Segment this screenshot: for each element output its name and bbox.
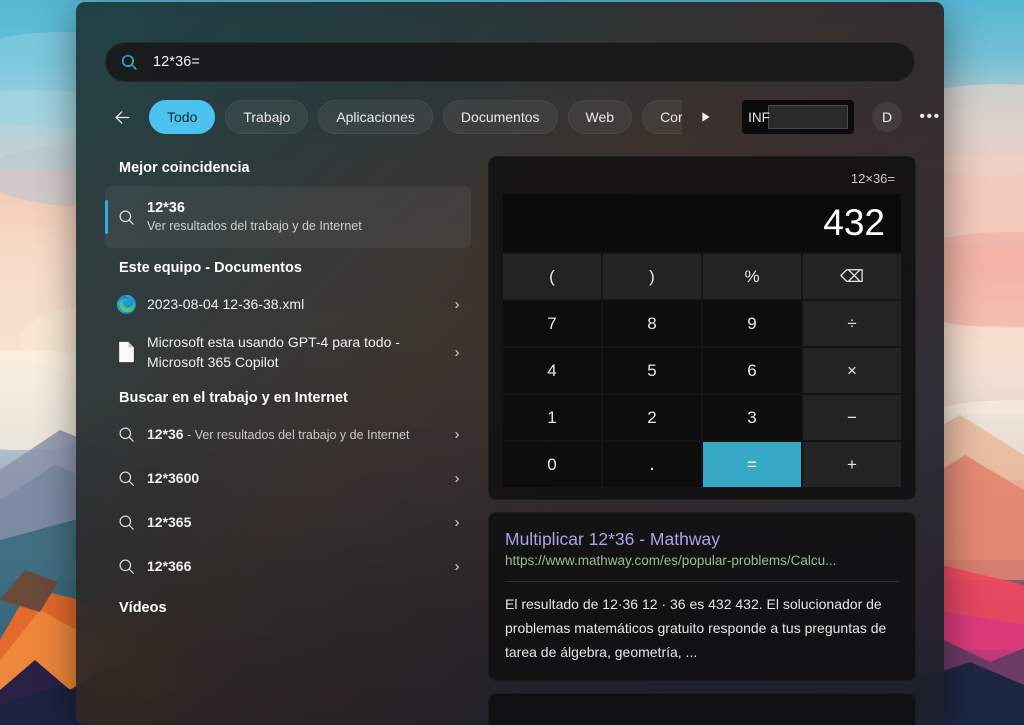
calculator-card: 12×36= 432 ( ) % ⌫ 7 8 9 ÷ 4 5 6 × 1 2 3… xyxy=(488,156,916,500)
avatar[interactable]: D xyxy=(872,102,903,132)
search-icon xyxy=(105,425,147,444)
key-divide[interactable]: ÷ xyxy=(803,301,901,346)
tabs-scroll-next-button[interactable] xyxy=(690,102,720,132)
chevron-right-icon[interactable]: › xyxy=(443,514,471,531)
list-item-label: 12*365 xyxy=(147,512,443,532)
tab-web[interactable]: Web xyxy=(567,100,633,134)
list-item-label: 12*366 xyxy=(147,556,443,576)
best-match-subtitle: Ver resultados del trabajo y de Internet xyxy=(147,219,362,233)
key-5[interactable]: 5 xyxy=(603,348,701,393)
key-8[interactable]: 8 xyxy=(603,301,701,346)
calculator-keypad: ( ) % ⌫ 7 8 9 ÷ 4 5 6 × 1 2 3 − 0 . = + xyxy=(503,254,901,487)
key-2[interactable]: 2 xyxy=(603,395,701,440)
inf-overlay-text: INF xyxy=(748,109,770,125)
key-multiply[interactable]: × xyxy=(803,348,901,393)
key-7[interactable]: 7 xyxy=(503,301,601,346)
more-options-button[interactable]: ••• xyxy=(916,103,944,131)
key-equals[interactable]: = xyxy=(703,442,801,487)
list-item[interactable]: 12*366 › xyxy=(105,544,471,588)
section-best-match: Mejor coincidencia xyxy=(119,160,250,176)
key-3[interactable]: 3 xyxy=(703,395,801,440)
key-6[interactable]: 6 xyxy=(703,348,801,393)
list-item-label: 12*36 - Ver resultados del trabajo y de … xyxy=(147,424,443,445)
tab-overflow-clip: Cor xyxy=(632,100,683,134)
play-arrow-icon xyxy=(702,112,710,122)
list-item[interactable]: 12*36 - Ver resultados del trabajo y de … xyxy=(105,412,471,456)
key-minus[interactable]: − xyxy=(803,395,901,440)
search-input[interactable]: 12*36= xyxy=(105,42,915,82)
key-0[interactable]: 0 xyxy=(503,442,601,487)
search-icon xyxy=(105,208,147,227)
web-result-url: https://www.mathway.com/es/popular-probl… xyxy=(505,553,837,568)
tab-aplicaciones[interactable]: Aplicaciones xyxy=(318,100,433,134)
web-result-card-next[interactable] xyxy=(488,693,916,725)
arrow-left-icon xyxy=(115,110,129,124)
back-button[interactable] xyxy=(105,100,139,134)
list-item[interactable]: 12*365 › xyxy=(105,500,471,544)
list-item-label: 2023-08-04 12-36-38.xml xyxy=(147,296,305,312)
search-input-value: 12*36= xyxy=(153,54,200,70)
inf-overlay-box: INF xyxy=(742,100,855,134)
key-percent[interactable]: % xyxy=(703,254,801,299)
list-item-label: 12*3600 xyxy=(147,468,443,488)
tab-configuracion[interactable]: Cor xyxy=(642,100,683,134)
list-item-query: 12*36 xyxy=(147,425,184,442)
list-item-description: - Ver resultados del trabajo y de Intern… xyxy=(183,427,410,442)
best-match-title: 12*36 xyxy=(147,200,185,216)
chevron-right-icon[interactable]: › xyxy=(443,296,471,313)
windows-search-panel: 12*36= Todo Trabajo Aplicaciones Documen… xyxy=(76,2,944,725)
chevron-right-icon[interactable]: › xyxy=(443,426,471,443)
results-list: Mejor coincidencia 12*36 Ver resultados … xyxy=(76,148,480,725)
calculator-result: 432 xyxy=(503,194,901,252)
key-backspace[interactable]: ⌫ xyxy=(803,254,901,299)
web-result-snippet: El resultado de 12·36 12 · 36 es 432 432… xyxy=(505,596,887,660)
inf-overlay-inner-box xyxy=(768,105,849,129)
search-icon xyxy=(105,513,147,532)
divider xyxy=(505,581,899,582)
search-icon xyxy=(105,469,147,488)
list-item-query: 12*3600 xyxy=(147,470,200,486)
best-match-item[interactable]: 12*36 Ver resultados del trabajo y de In… xyxy=(105,186,471,248)
key-close-paren[interactable]: ) xyxy=(603,254,701,299)
web-result-card[interactable]: Multiplicar 12*36 - Mathway https://www.… xyxy=(488,512,916,681)
key-plus[interactable]: + xyxy=(803,442,901,487)
chevron-right-icon[interactable]: › xyxy=(443,558,471,575)
chevron-right-icon[interactable]: › xyxy=(443,344,471,361)
list-item[interactable]: 2023-08-04 12-36-38.xml › xyxy=(105,282,471,326)
search-icon xyxy=(121,54,137,70)
list-item[interactable]: Microsoft esta usando GPT-4 para todo - … xyxy=(105,326,471,378)
section-documents: Este equipo - Documentos xyxy=(119,260,302,276)
list-item-label: Microsoft esta usando GPT-4 para todo - … xyxy=(147,334,400,370)
key-9[interactable]: 9 xyxy=(703,301,801,346)
list-item[interactable]: 12*3600 › xyxy=(105,456,471,500)
edge-icon xyxy=(105,294,147,315)
calculator-expression: 12×36= xyxy=(850,171,895,186)
preview-pane: 12×36= 432 ( ) % ⌫ 7 8 9 ÷ 4 5 6 × 1 2 3… xyxy=(480,148,944,725)
search-icon xyxy=(105,557,147,576)
key-decimal[interactable]: . xyxy=(603,442,701,487)
key-open-paren[interactable]: ( xyxy=(503,254,601,299)
key-4[interactable]: 4 xyxy=(503,348,601,393)
chevron-right-icon[interactable]: › xyxy=(443,470,471,487)
tab-documentos[interactable]: Documentos xyxy=(442,100,558,134)
document-icon xyxy=(105,341,147,363)
tab-todo[interactable]: Todo xyxy=(149,100,216,134)
section-videos: Vídeos xyxy=(119,600,167,616)
filter-tab-bar: Todo Trabajo Aplicaciones Documentos Web… xyxy=(105,98,939,136)
web-result-title[interactable]: Multiplicar 12*36 - Mathway xyxy=(505,527,899,551)
list-item-query: 12*365 xyxy=(147,514,192,530)
tab-trabajo[interactable]: Trabajo xyxy=(225,100,309,134)
section-web-search: Buscar en el trabajo y en Internet xyxy=(119,390,348,406)
list-item-query: 12*366 xyxy=(147,558,192,574)
key-1[interactable]: 1 xyxy=(503,395,601,440)
